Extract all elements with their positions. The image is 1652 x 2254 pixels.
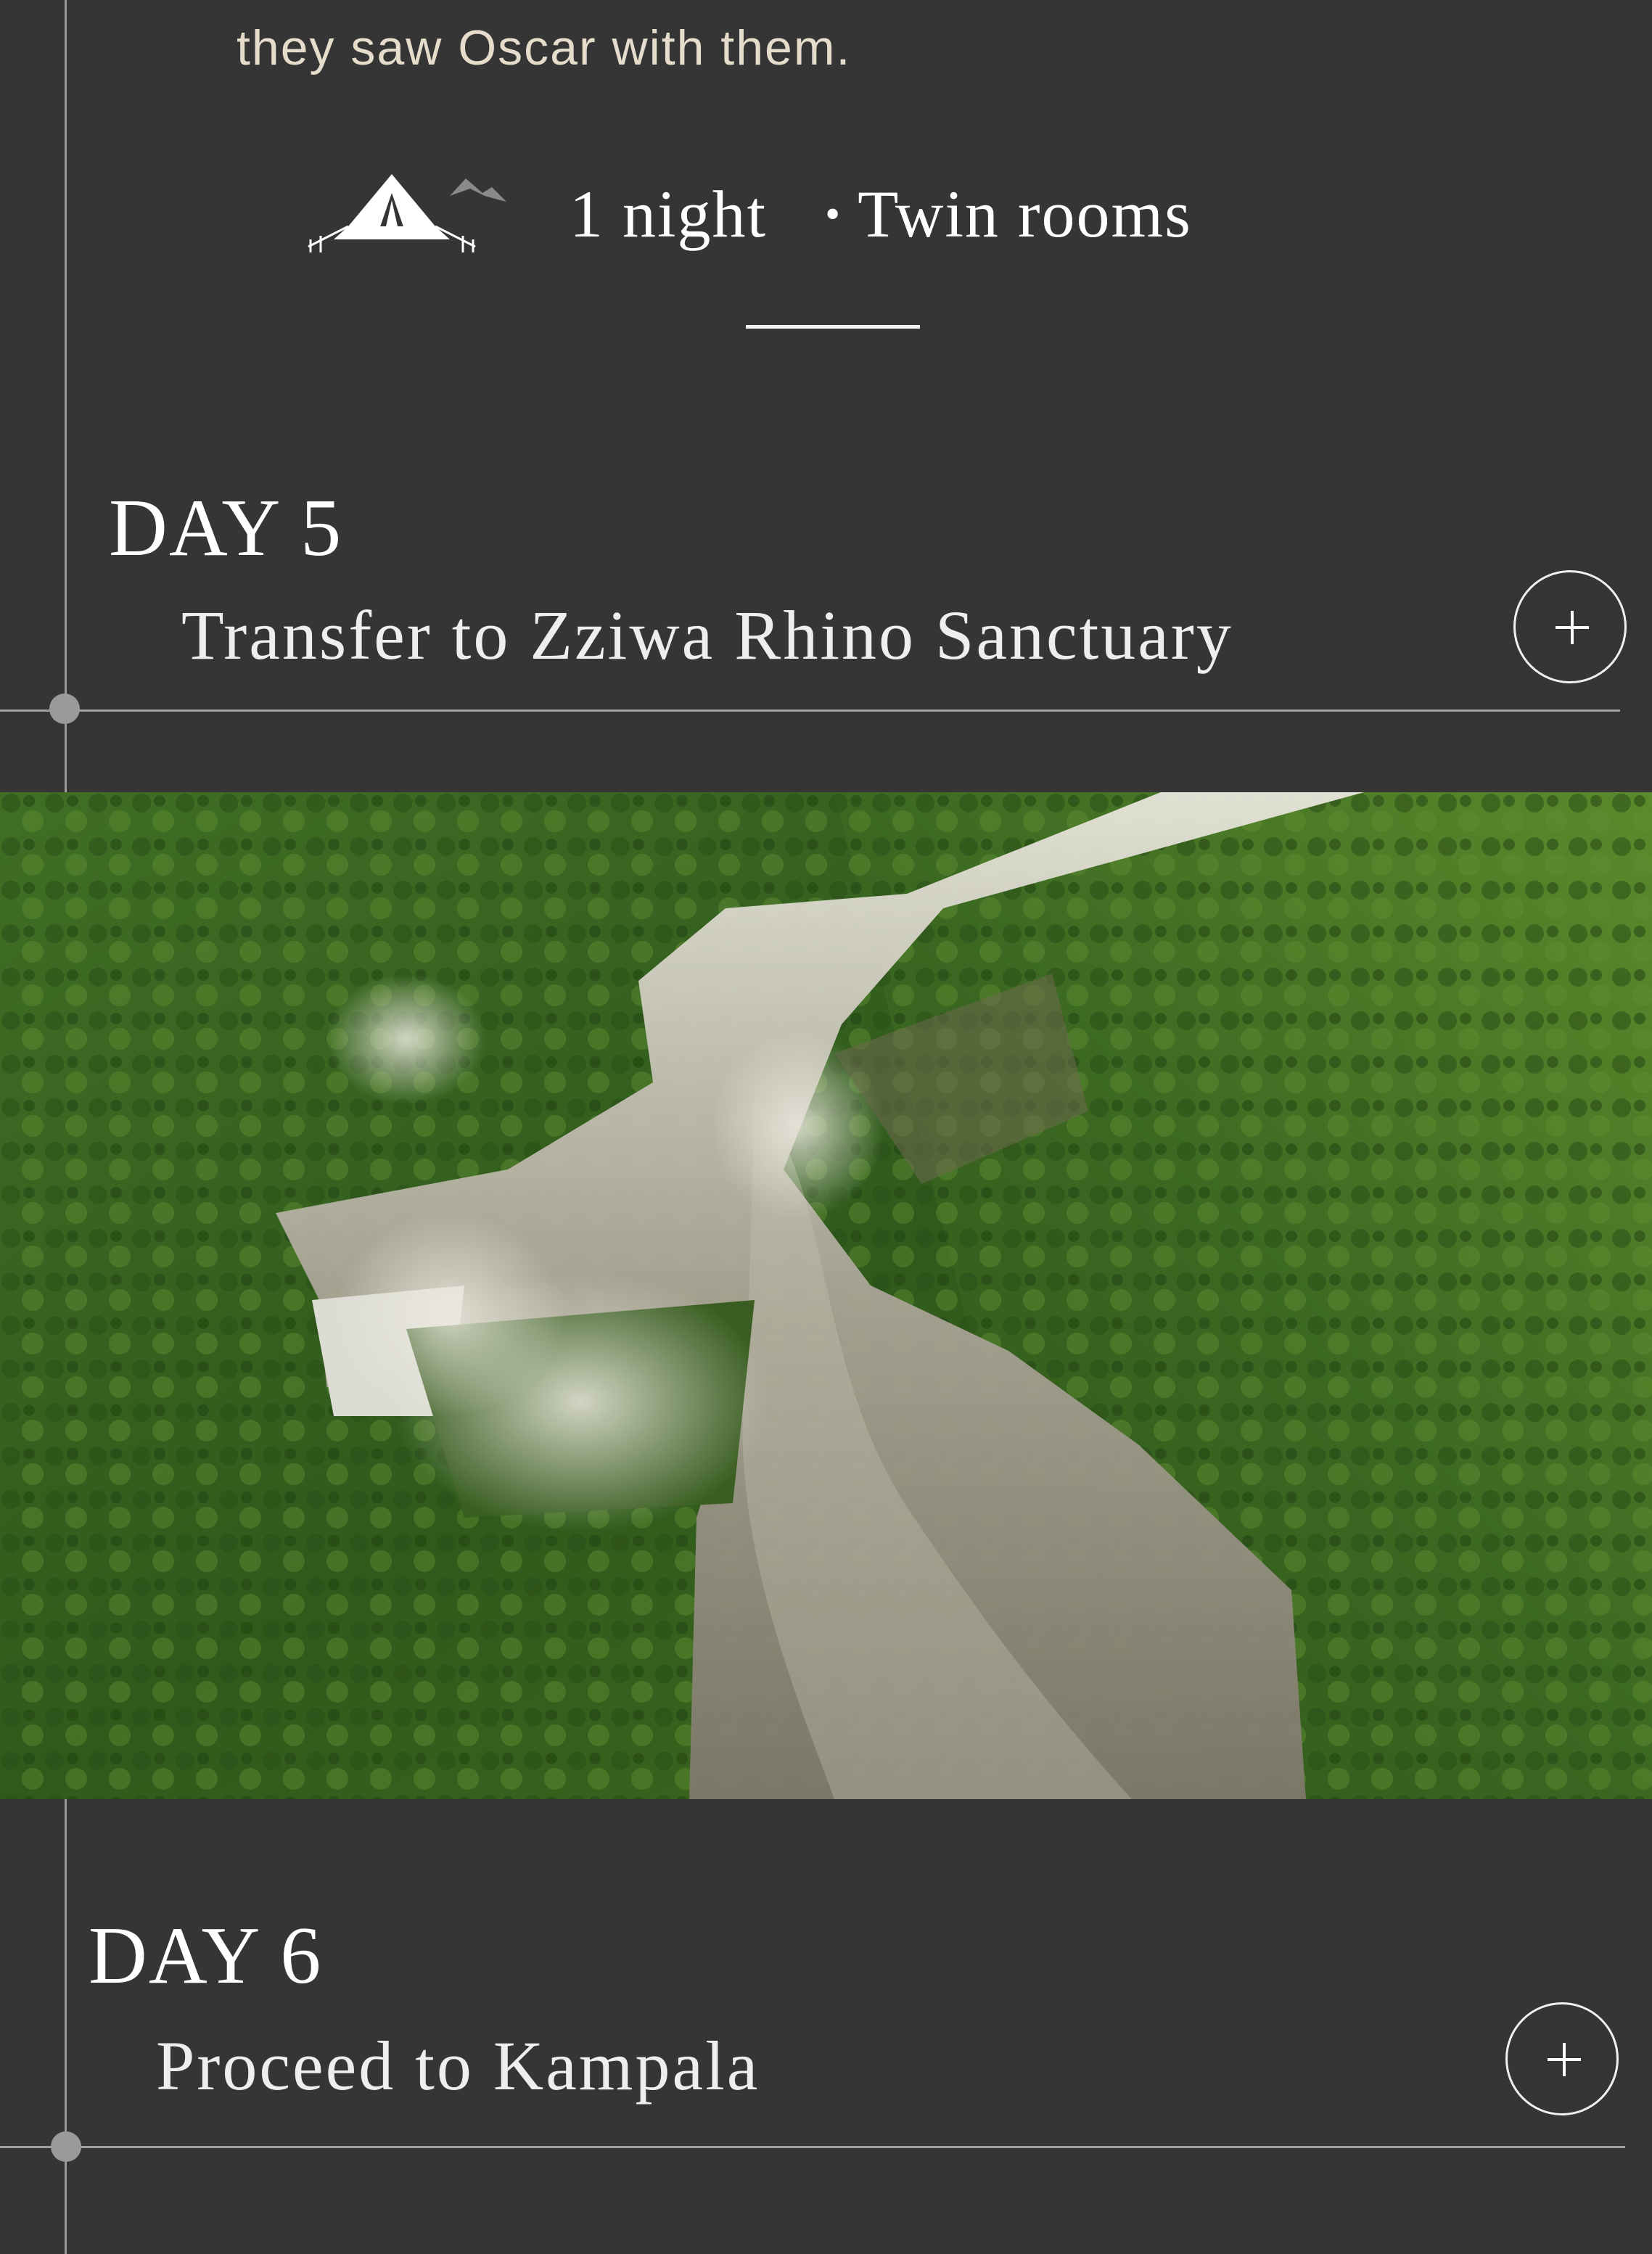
waterfall-photo <box>0 792 1652 1799</box>
timeline-node-day-5 <box>49 694 80 724</box>
day-5-title: Transfer to Zziwa Rhino Sanctuary <box>181 596 1233 674</box>
day-6-label: DAY 6 <box>89 1911 323 2001</box>
room-type: Twin rooms <box>858 177 1192 251</box>
separator-bullet: • <box>825 189 841 238</box>
day-5-divider <box>0 709 1620 712</box>
day-6-divider <box>0 2146 1625 2148</box>
tent-icon <box>308 174 506 252</box>
day-5-label: DAY 5 <box>109 483 343 573</box>
section-divider <box>746 325 920 329</box>
day-6-expand-button[interactable] <box>1505 2002 1619 2115</box>
timeline-node-day-6 <box>51 2131 81 2162</box>
nights-count: 1 night <box>570 177 768 251</box>
intro-text: they saw Oscar with them. <box>237 20 852 75</box>
day-5-expand-button[interactable] <box>1513 570 1627 683</box>
day-6-title: Proceed to Kampala <box>156 2027 760 2105</box>
accommodation-summary: 1 night • Twin rooms <box>305 160 1192 268</box>
